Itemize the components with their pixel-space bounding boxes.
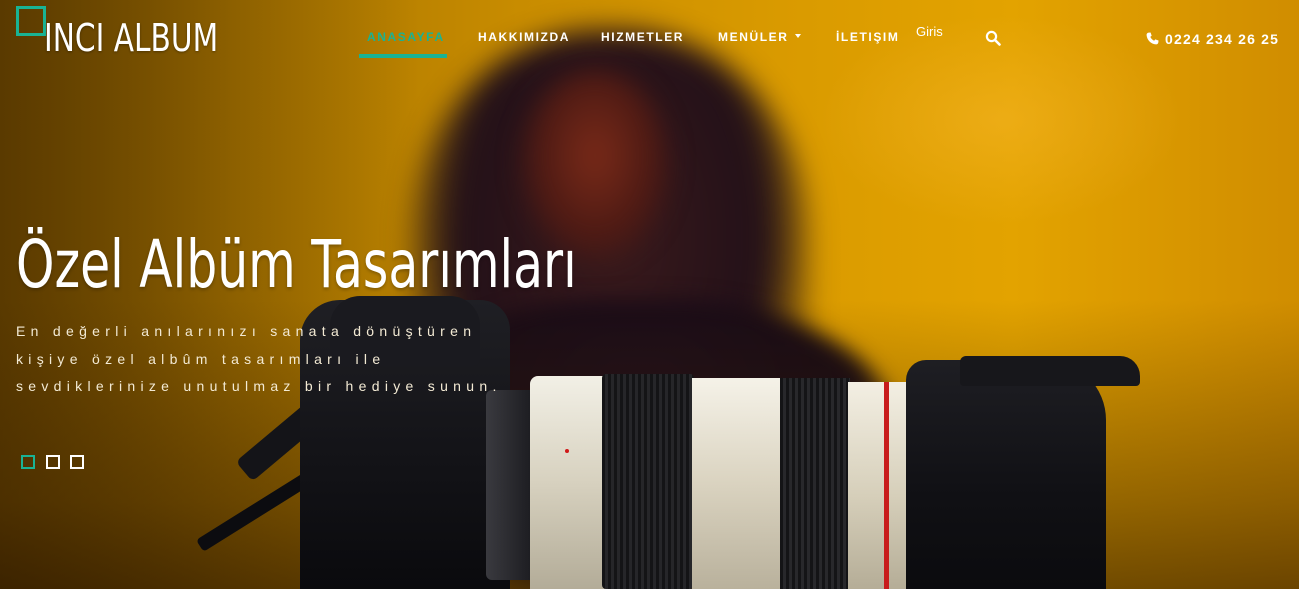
- lens-focus-ring: [602, 374, 694, 589]
- nav-item-menuler[interactable]: MENÜLER: [718, 30, 801, 44]
- nav-item-hakkimizda[interactable]: HAKKIMIZDA: [478, 30, 570, 44]
- slider-dot-3[interactable]: [70, 455, 84, 469]
- chevron-down-icon: [794, 33, 801, 38]
- header-phone[interactable]: 0224 234 26 25: [1146, 31, 1279, 47]
- lens-barrel-segment: [692, 378, 782, 589]
- main-navigation: ANASAYFA HAKKIMIZDA HIZMETLER MENÜLER İL…: [0, 0, 1299, 70]
- login-link[interactable]: Giris: [916, 24, 943, 39]
- nav-item-menuler-label: MENÜLER: [718, 30, 789, 44]
- lens-hood: [906, 360, 1106, 589]
- lens-red-dot: [565, 449, 569, 453]
- lens-barrel-segment: [530, 376, 610, 589]
- phone-number: 0224 234 26 25: [1165, 31, 1280, 47]
- lens-mount: [486, 390, 536, 580]
- hero-title: Özel Albüm Tasarımları: [16, 226, 577, 303]
- lens-zoom-ring: [780, 378, 850, 589]
- phone-icon: [1146, 32, 1159, 45]
- lens-barrel-segment: [848, 382, 908, 589]
- nav-item-anasayfa[interactable]: ANASAYFA: [367, 30, 445, 44]
- search-icon[interactable]: [985, 30, 1001, 46]
- nav-item-hizmetler[interactable]: HIZMETLER: [601, 30, 684, 44]
- slider-dot-2[interactable]: [46, 455, 60, 469]
- hero-description: En değerli anılarınızı sanata dönüştüren…: [16, 323, 502, 394]
- slider-dot-1[interactable]: [21, 455, 35, 469]
- nav-active-underline: [359, 54, 447, 58]
- lens-hood-petal: [960, 356, 1140, 386]
- lens-red-ring: [884, 382, 889, 589]
- nav-item-iletisim[interactable]: İLETIŞIM: [836, 30, 899, 44]
